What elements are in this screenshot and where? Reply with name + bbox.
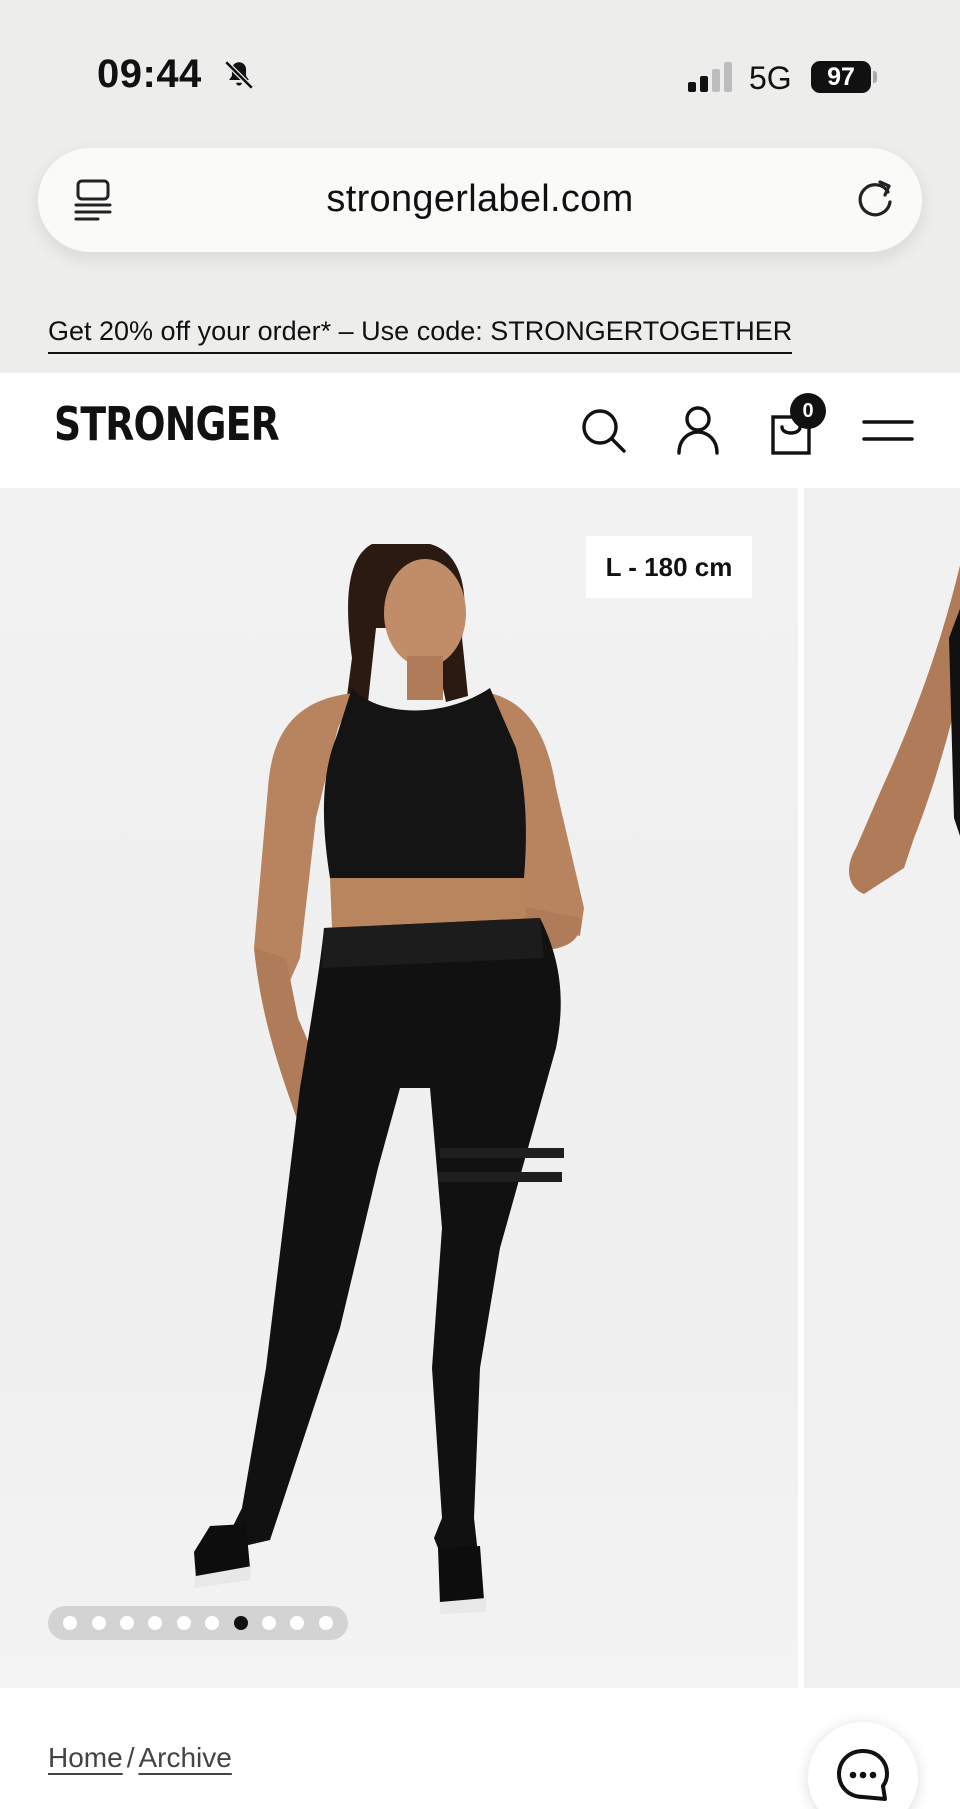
product-image-gallery[interactable]: L - 180 cm [0,488,960,1688]
promo-banner-link[interactable]: Get 20% off your order* – Use code: STRO… [48,314,793,354]
pagination-dot[interactable] [148,1616,163,1630]
gallery-pagination [48,1606,348,1640]
pagination-dot[interactable] [205,1616,220,1630]
model-photo-peek [849,488,960,894]
breadcrumb-home-link[interactable]: Home [48,1742,123,1773]
browser-address-bar[interactable]: strongerlabel.com [38,148,922,252]
battery-indicator: 97 [811,61,871,93]
reload-icon[interactable] [852,176,898,222]
product-image-main[interactable]: L - 180 cm [0,488,798,1688]
hamburger-menu-icon[interactable] [860,403,916,457]
pagination-dot[interactable] [63,1616,78,1630]
clock: 09:44 [97,52,202,96]
network-type: 5G [749,60,792,96]
brand-logo[interactable]: STRONGER [54,397,280,451]
pagination-dot[interactable] [176,1616,191,1630]
pagination-dot[interactable] [119,1616,134,1630]
chat-bubble-icon [837,1749,889,1801]
account-icon[interactable] [671,403,725,457]
pagination-dot-active[interactable] [233,1616,248,1630]
battery-tip [873,71,877,83]
breadcrumb-archive-link[interactable]: Archive [138,1742,231,1773]
bell-muted-icon [224,60,254,90]
breadcrumb-separator: / [126,1742,135,1773]
pagination-dot[interactable] [261,1616,276,1630]
status-bar: 09:44 5G 97 [0,0,960,140]
pagination-dot[interactable] [318,1616,333,1630]
chat-button[interactable] [808,1722,918,1809]
model-photo [194,544,584,1614]
pagination-dot[interactable] [290,1616,305,1630]
site-header: STRONGER 0 [0,373,960,488]
product-image-next[interactable] [804,488,960,1688]
model-size-label: L - 180 cm [586,536,752,598]
search-icon[interactable] [576,403,630,457]
cart-count-badge: 0 [790,393,826,429]
breadcrumb: Home / Archive [48,1742,232,1774]
pagination-dot[interactable] [91,1616,106,1630]
page-footer-area: Home / Archive [0,1688,960,1809]
url-text[interactable]: strongerlabel.com [38,178,922,221]
signal-icon [688,62,732,92]
